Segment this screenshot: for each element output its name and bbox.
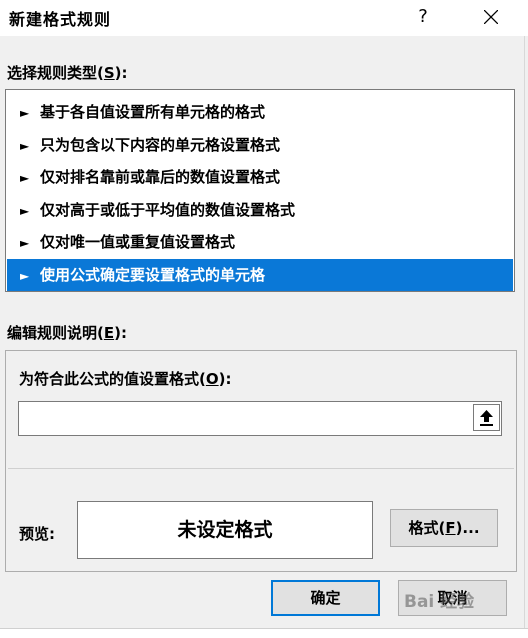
preview-label: 预览: [19, 525, 55, 543]
expand-arrow-icon: ► [20, 171, 30, 185]
rule-type-item-label: 仅对排名靠前或靠后的数值设置格式 [40, 168, 281, 186]
rule-type-label-tail: ): [114, 64, 128, 82]
rule-type-item-label: 使用公式确定要设置格式的单元格 [40, 265, 266, 284]
rule-type-item-label: 基于各自值设置所有单元格的格式 [40, 103, 266, 121]
rule-type-item[interactable]: ► 基于各自值设置所有单元格的格式 [6, 96, 514, 129]
rule-type-list[interactable]: ► 基于各自值设置所有单元格的格式 ► 只为包含以下内容的单元格设置格式 ► 仅对排名… [5, 89, 515, 292]
formula-input[interactable] [18, 401, 502, 436]
collapse-dialog-button[interactable] [473, 404, 500, 431]
expand-arrow-icon: ► [20, 138, 30, 153]
edit-description-accesskey: E [103, 324, 115, 342]
expand-arrow-icon: ► [20, 203, 30, 218]
expand-arrow-icon: ► [20, 106, 30, 120]
ok-button[interactable]: 确定 [271, 580, 380, 616]
expand-arrow-icon: ► [20, 268, 30, 283]
edit-description-label-text: 编辑规则说明( [7, 324, 104, 342]
help-button[interactable]: ? [408, 2, 438, 32]
cancel-button[interactable]: 取消 [398, 580, 507, 616]
close-icon [484, 10, 498, 24]
format-button-text: 格式( [408, 519, 446, 537]
edit-description-label: 编辑规则说明(E): [7, 322, 127, 343]
formula-label-text: 为符合此公式的值设置格式( [19, 370, 206, 388]
window-edge [524, 36, 525, 628]
rule-type-label-text: 选择规则类型( [7, 64, 104, 82]
title-bar: 新建格式规则 ? [0, 0, 528, 36]
rule-description-panel: 为符合此公式的值设置格式(O): 预览: 未设定格式 格式(F)... [5, 350, 517, 572]
formula-label-tail: ): [218, 370, 232, 388]
rule-type-item-selected[interactable]: ► 使用公式确定要设置格式的单元格 [7, 258, 513, 291]
separator [8, 468, 514, 469]
rule-type-item-label: 只为包含以下内容的单元格设置格式 [40, 135, 281, 154]
formula-accesskey: O [205, 370, 219, 388]
rule-type-label: 选择规则类型(S): [7, 62, 128, 83]
bottom-strip [0, 628, 528, 638]
upload-arrow-icon [480, 410, 493, 426]
bottom-divider [0, 628, 528, 629]
format-button-tail: )... [455, 519, 480, 537]
format-preview: 未设定格式 [77, 501, 373, 559]
rule-type-item-label: 仅对唯一值或重复值设置格式 [40, 233, 236, 251]
rule-type-item[interactable]: ► 仅对唯一值或重复值设置格式 [6, 226, 514, 259]
dialog-title: 新建格式规则 [9, 10, 112, 29]
rule-type-item[interactable]: ► 只为包含以下内容的单元格设置格式 [6, 129, 514, 162]
edit-description-label-tail: ): [114, 324, 127, 342]
close-button[interactable] [474, 2, 508, 32]
formula-label: 为符合此公式的值设置格式(O): [19, 368, 231, 389]
format-button[interactable]: 格式(F)... [390, 509, 498, 547]
format-button-accesskey: F [445, 519, 456, 537]
rule-type-item[interactable]: ► 仅对高于或低于平均值的数值设置格式 [6, 194, 514, 227]
rule-type-item-label: 仅对高于或低于平均值的数值设置格式 [40, 200, 296, 219]
rule-type-accesskey: S [103, 64, 115, 82]
rule-type-item[interactable]: ► 仅对排名靠前或靠后的数值设置格式 [6, 161, 514, 194]
expand-arrow-icon: ► [20, 236, 30, 250]
